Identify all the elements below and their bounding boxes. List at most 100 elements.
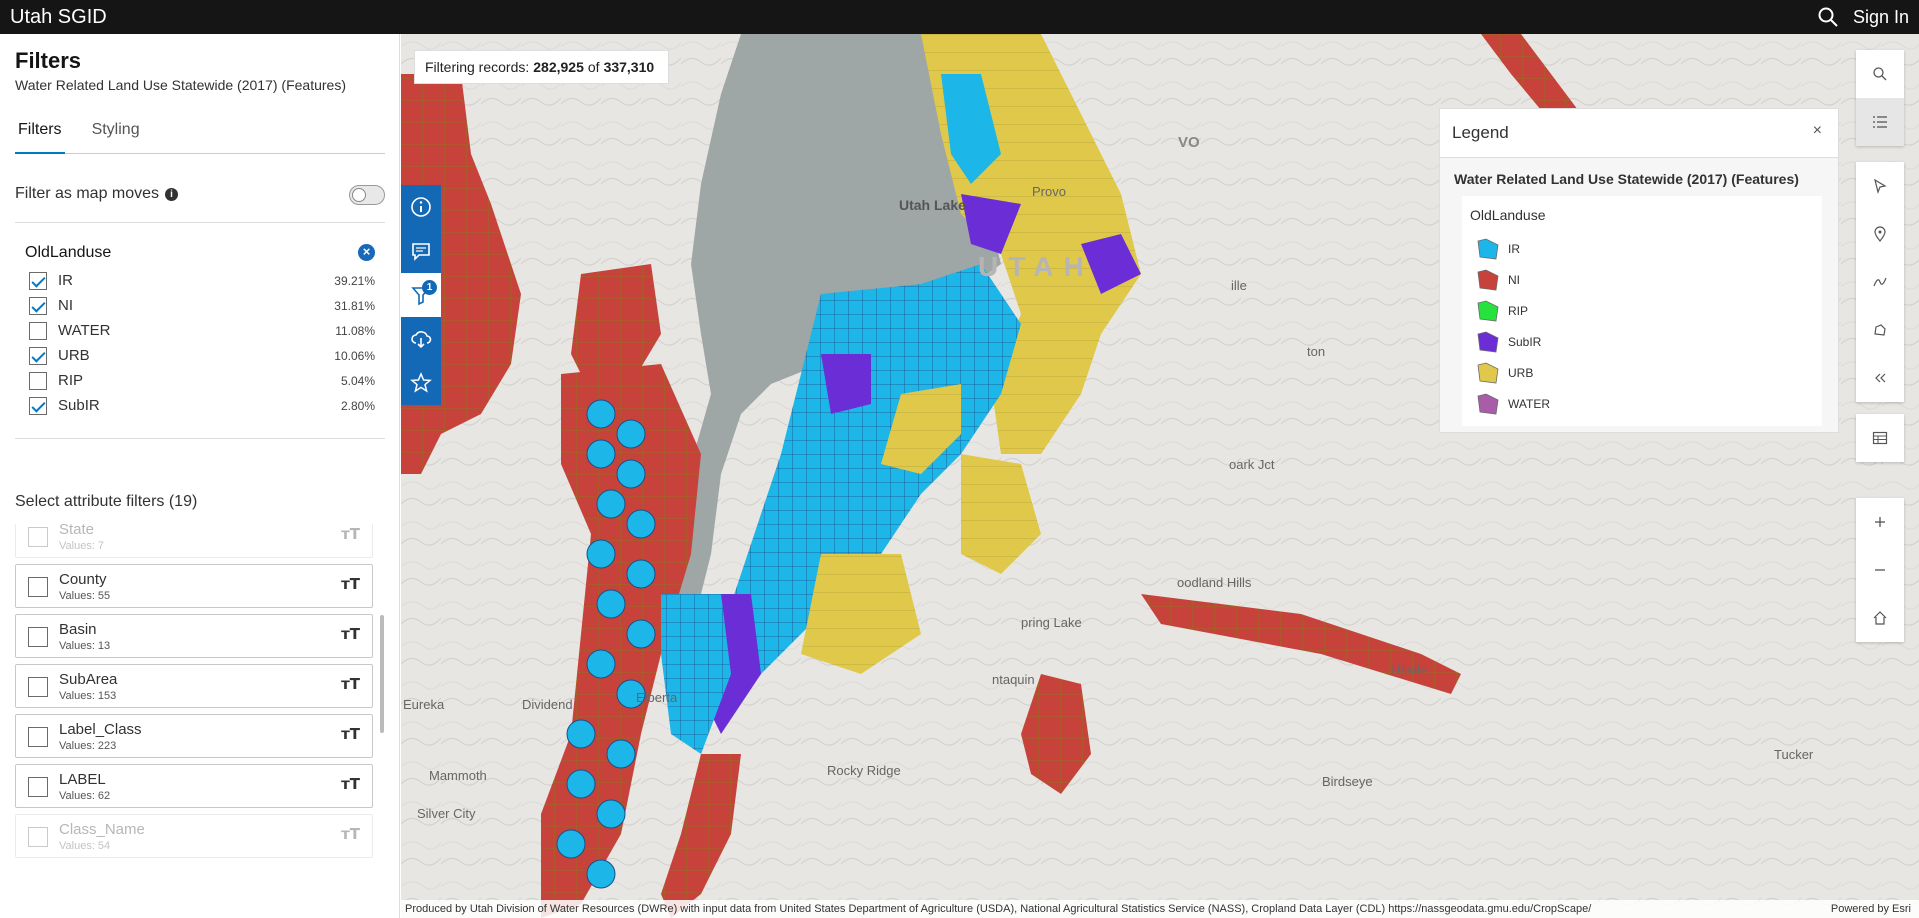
home-button[interactable] (1856, 594, 1904, 642)
info-icon[interactable]: i (165, 187, 179, 201)
attribute-values: Values: 55 (59, 590, 111, 602)
attribute-values: Values: 54 (59, 840, 111, 852)
attribute-checkbox[interactable] (28, 827, 48, 847)
list-icon (1873, 116, 1887, 128)
attribute-name: SubArea (59, 671, 118, 688)
info-tool-button[interactable] (401, 185, 441, 229)
checkbox-label: SubIR (58, 397, 100, 414)
checkbox-rip[interactable] (29, 371, 47, 390)
zoom-out-button[interactable] (1856, 546, 1904, 594)
attribute-table-button[interactable] (1856, 414, 1904, 462)
checkbox-percent: 31.81% (334, 298, 375, 313)
cloud-download-icon (411, 331, 432, 349)
checkbox-water[interactable] (29, 321, 47, 340)
map-label-birdseye: Birdseye (1322, 774, 1373, 789)
checkbox-ni[interactable] (29, 296, 47, 315)
close-icon[interactable]: × (1813, 122, 1822, 140)
list-item[interactable]: IR 39.21% (29, 268, 375, 293)
zoom-in-button[interactable] (1856, 498, 1904, 546)
attribute-card-county[interactable]: County Values: 55 тT (15, 564, 373, 608)
attribute-card-state[interactable]: State Values: 7 тT (15, 524, 373, 558)
search-icon[interactable] (1817, 6, 1839, 28)
checkbox-label: WATER (58, 322, 111, 339)
measure-distance-button[interactable] (1856, 258, 1904, 306)
attribute-name: Basin (59, 621, 97, 638)
attribute-card-class-name[interactable]: Class_Name Values: 54 тT (15, 814, 373, 858)
legend-swatch (1477, 269, 1499, 290)
tab-styling[interactable]: Styling (89, 118, 143, 154)
attribute-name: State (59, 524, 95, 538)
tab-filters[interactable]: Filters (15, 118, 65, 154)
map-search-button[interactable] (1856, 50, 1904, 98)
clear-filter-button[interactable]: × (358, 244, 375, 261)
checkbox-ir[interactable] (29, 271, 47, 290)
attribute-card-label[interactable]: LABEL Values: 62 тT (15, 764, 373, 808)
map-label-silver-city: Silver City (417, 806, 476, 821)
filter-as-map-moves-row: Filter as map moves i (15, 178, 385, 210)
legend-field-name: OldLanduse (1470, 207, 1546, 223)
table-icon (1872, 431, 1888, 445)
attribute-checkbox[interactable] (28, 727, 48, 747)
measure-area-icon (1874, 324, 1886, 336)
list-item[interactable]: WATER 11.08% (29, 318, 375, 343)
checkbox-urb[interactable] (29, 346, 47, 365)
powered-by-link[interactable]: Powered by Esri (1831, 903, 1915, 915)
attribute-checkbox[interactable] (28, 677, 48, 697)
checkbox-percent: 5.04% (340, 373, 375, 388)
checkbox-percent: 10.06% (334, 348, 375, 363)
list-item[interactable]: RIP 5.04% (29, 368, 375, 393)
attribute-card-basin[interactable]: Basin Values: 13 тT (15, 614, 373, 658)
star-icon (410, 372, 432, 393)
legend-button[interactable] (1856, 98, 1904, 146)
attribute-checkbox[interactable] (28, 627, 48, 647)
legend-label: SubIR (1508, 334, 1542, 349)
collapse-tools-button[interactable] (1856, 354, 1904, 402)
legend-label: IR (1508, 241, 1520, 256)
map-label-lake: Utah Lake (899, 197, 966, 213)
favorite-tool-button[interactable] (401, 361, 441, 405)
attribute-card-label-class[interactable]: Label_Class Values: 223 тT (15, 714, 373, 758)
filters-panel: Filters Water Related Land Use Statewide… (0, 34, 400, 918)
text-type-icon: тT (341, 825, 360, 843)
checkbox-subir[interactable] (29, 396, 47, 415)
map-label-ille: ille (1231, 278, 1247, 293)
select-tool-button[interactable] (1856, 162, 1904, 210)
scrollbar[interactable] (380, 615, 384, 733)
map-label-provo: Provo (1032, 184, 1066, 199)
map-label-thistle: Thistle (1389, 662, 1428, 677)
comment-tool-button[interactable] (401, 229, 441, 273)
text-type-icon: тT (341, 525, 360, 543)
legend-layer-name: Water Related Land Use Statewide (2017) … (1454, 171, 1799, 187)
map-label-santaquin: ntaquin (992, 672, 1035, 687)
attribute-checkbox[interactable] (28, 527, 48, 547)
attribute-filter-list[interactable]: State Values: 7 тT County Values: 55 тT … (15, 524, 381, 858)
filter-tool-button[interactable]: 1 (401, 273, 441, 317)
list-item[interactable]: NI 31.81% (29, 293, 375, 318)
cursor-icon (1874, 178, 1887, 194)
attribute-checkbox[interactable] (28, 577, 48, 597)
text-type-icon: тT (341, 575, 360, 593)
list-item[interactable]: SubIR 2.80% (29, 393, 375, 418)
panel-title: Filters (15, 48, 82, 73)
measure-area-button[interactable] (1856, 306, 1904, 354)
attribute-values: Values: 7 (59, 540, 105, 552)
list-item[interactable]: URB 10.06% (29, 343, 375, 368)
map-label-tucker: Tucker (1774, 747, 1814, 762)
attribute-filters-title: Select attribute filters (19) (15, 493, 198, 510)
map-label-vo: VO (1178, 134, 1200, 151)
checkbox-percent: 2.80% (340, 398, 375, 413)
attribute-card-subarea[interactable]: SubArea Values: 153 тT (15, 664, 373, 708)
tool-group-measure (1856, 162, 1904, 402)
filter-as-map-moves-toggle[interactable] (349, 185, 385, 205)
app-title[interactable]: Utah SGID (0, 6, 1817, 29)
landuse-checkbox-list: IR 39.21% NI 31.81% WATER 11.08% URB 10.… (29, 268, 375, 418)
map-attribution: Produced by Utah Division of Water Resou… (401, 900, 1919, 918)
map-label-oark: oark Jct (1229, 457, 1275, 472)
attribute-checkbox[interactable] (28, 777, 48, 797)
legend-title: Legend (1452, 123, 1509, 142)
sign-in-link[interactable]: Sign In (1853, 7, 1909, 28)
legend-item: WATER (1476, 388, 1550, 419)
attribute-name: Label_Class (59, 721, 142, 738)
download-tool-button[interactable] (401, 317, 441, 361)
location-tool-button[interactable] (1856, 210, 1904, 258)
